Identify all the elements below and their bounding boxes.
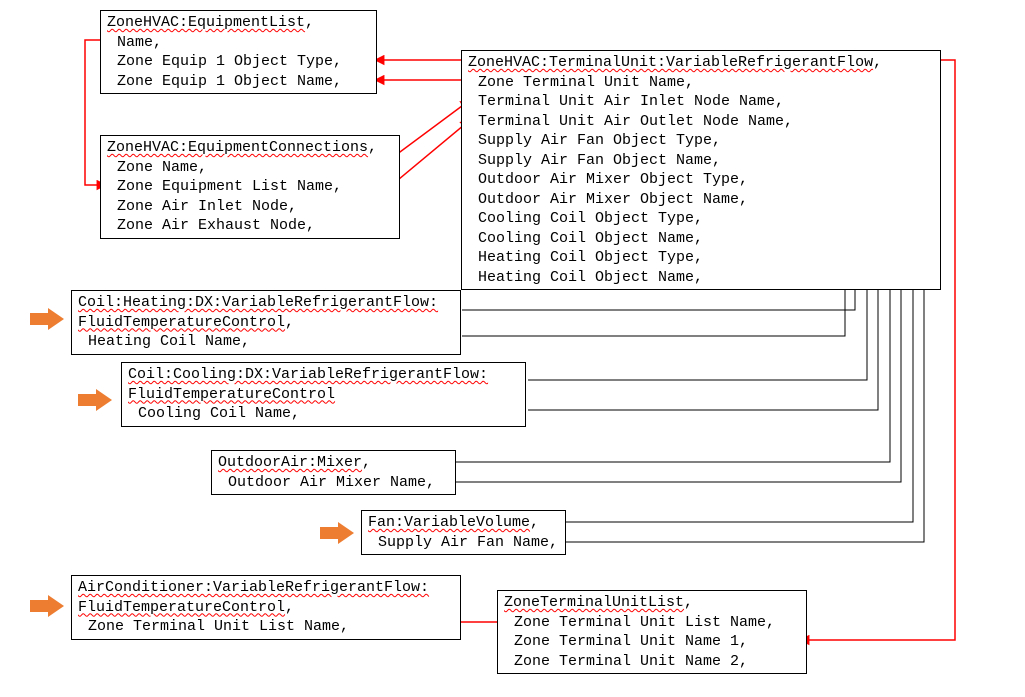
box-equipment-connections: ZoneHVAC:EquipmentConnections, Zone Name…: [100, 135, 400, 239]
title: ZoneHVAC:EquipmentConnections: [107, 139, 368, 156]
box-outdoor-air-mixer: OutdoorAir:Mixer, Outdoor Air Mixer Name…: [211, 450, 456, 495]
box-heating-coil: Coil:Heating:DX:VariableRefrigerantFlow:…: [71, 290, 461, 355]
box-fan: Fan:VariableVolume, Supply Air Fan Name,: [361, 510, 566, 555]
title: ZoneHVAC:TerminalUnit:VariableRefrigeran…: [468, 54, 873, 71]
title: ZoneHVAC:EquipmentList: [107, 14, 305, 31]
box-terminal-unit: ZoneHVAC:TerminalUnit:VariableRefrigeran…: [461, 50, 941, 290]
orange-arrow-icon: [30, 595, 64, 617]
orange-arrow-icon: [320, 522, 354, 544]
box-zone-terminal-unit-list: ZoneTerminalUnitList, Zone Terminal Unit…: [497, 590, 807, 674]
box-airconditioner-vrf: AirConditioner:VariableRefrigerantFlow: …: [71, 575, 461, 640]
orange-arrow-icon: [30, 308, 64, 330]
box-cooling-coil: Coil:Cooling:DX:VariableRefrigerantFlow:…: [121, 362, 526, 427]
orange-arrow-icon: [78, 389, 112, 411]
box-equipment-list: ZoneHVAC:EquipmentList, Name, Zone Equip…: [100, 10, 377, 94]
